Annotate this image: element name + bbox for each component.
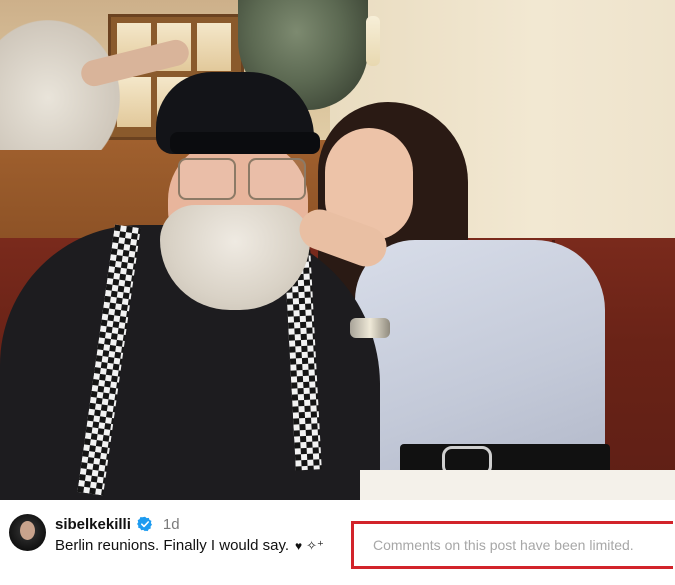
sparkles-emoji: ✧⁺ — [306, 538, 324, 553]
avatar[interactable] — [9, 514, 46, 551]
photo-glasses — [178, 158, 308, 200]
photo-cap-brim — [170, 132, 320, 154]
post-caption: Berlin reunions. Finally I would say. ♥ ✧⁺ — [55, 537, 324, 554]
comments-limited-notice: Comments on this post have been limited. — [351, 521, 673, 569]
post-timestamp[interactable]: 1d — [163, 516, 180, 533]
photo-background-person — [0, 20, 120, 150]
post-header: sibelkekilli 1d — [55, 514, 180, 534]
comments-limited-text: Comments on this post have been limited. — [373, 537, 634, 553]
verified-badge-icon — [136, 516, 152, 532]
username-link[interactable]: sibelkekilli — [55, 516, 131, 533]
photo-table — [360, 470, 675, 500]
heart-emoji: ♥ — [295, 539, 303, 553]
caption-text: Berlin reunions. Finally I would say. — [55, 537, 289, 554]
post-photo[interactable] — [0, 0, 675, 500]
photo-lamp — [366, 16, 380, 66]
photo-bracelet — [350, 318, 390, 338]
